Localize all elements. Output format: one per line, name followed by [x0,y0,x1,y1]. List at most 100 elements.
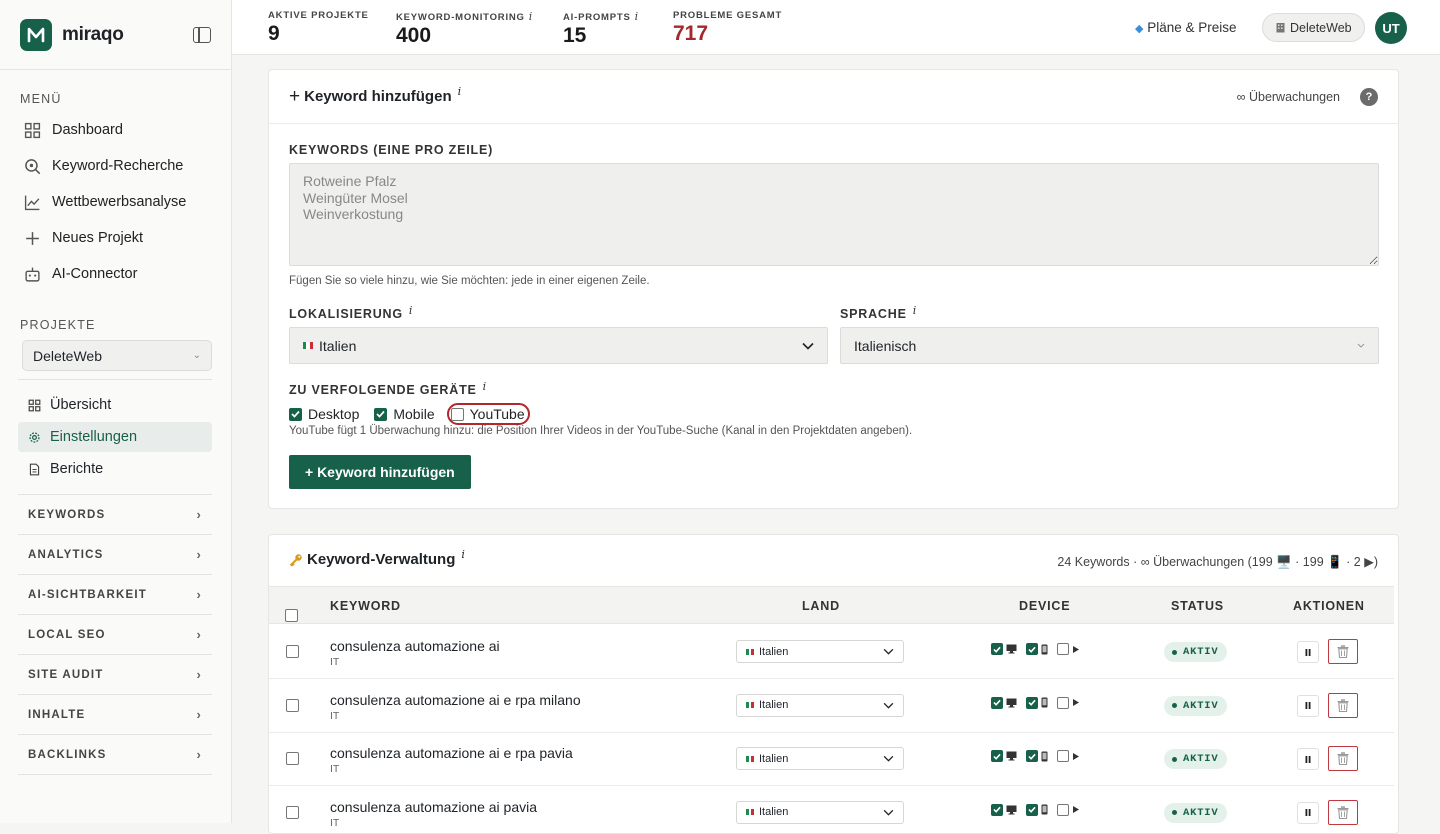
nav-item-dashboard[interactable]: Dashboard [0,112,231,148]
pause-button[interactable] [1297,695,1319,717]
group-site-audit[interactable]: SITE AUDIT› [18,655,212,695]
mobile-toggle[interactable] [1026,750,1048,762]
info-icon[interactable]: i [529,10,533,23]
checkbox-unchecked-icon [1057,750,1069,762]
mobile-toggle[interactable] [1026,804,1048,816]
pause-button[interactable] [1297,748,1319,770]
delete-button[interactable] [1328,800,1358,825]
row-keyword: consulenza automazione ai [330,638,500,654]
stat-label: PROBLEME GESAMT [673,10,782,21]
pause-button[interactable] [1297,641,1319,663]
logo-icon[interactable] [20,19,52,51]
avatar[interactable]: UT [1375,12,1407,44]
group-ai-sichtbarkeit[interactable]: AI-SICHTBARKEIT› [18,575,212,615]
group-local-seo[interactable]: LOCAL SEO› [18,615,212,655]
checkbox-unchecked-icon [1057,643,1069,655]
plans-link[interactable]: ◆ Pläne & Preise [1135,20,1237,35]
stat-label: AI-PROMPTS [563,12,631,23]
sidebar-item-uebersicht[interactable]: Übersicht [18,390,212,420]
nav-item-ai-connector[interactable]: AI-Connector [0,256,231,292]
delete-button[interactable] [1328,746,1358,771]
localization-select[interactable]: Italien [289,327,828,364]
group-inhalte[interactable]: INHALTE› [18,695,212,735]
row-checkbox[interactable] [286,752,305,768]
column-device[interactable]: DEVICE [1019,599,1070,613]
row-land-value: Italien [759,646,788,658]
youtube-toggle[interactable] [1057,804,1080,816]
stat-label: AKTIVE PROJEKTE [268,10,369,21]
row-checkbox[interactable] [286,806,305,822]
pause-icon [1305,809,1311,816]
youtube-toggle[interactable] [1057,643,1080,655]
youtube-checkbox[interactable]: YouTube [451,406,525,422]
italy-flag-icon [746,702,754,708]
mobile-toggle[interactable] [1026,697,1048,709]
pause-button[interactable] [1297,802,1319,824]
device-checkboxes: Desktop Mobile YouTube [289,403,530,425]
desktop-toggle[interactable] [991,804,1017,816]
group-backlinks[interactable]: BACKLINKS› [18,735,212,775]
youtube-toggle[interactable] [1057,750,1080,762]
group-keywords[interactable]: KEYWORDS› [18,495,212,535]
nav-label: Neues Projekt [52,230,143,246]
language-select[interactable]: Italienisch [840,327,1379,364]
plus-icon: + [289,86,300,108]
row-land-select[interactable]: Italien [736,694,904,717]
nav-item-wettbewerbsanalyse[interactable]: Wettbewerbsanalyse [0,184,231,220]
mobile-checkbox[interactable]: Mobile [374,406,434,422]
info-icon[interactable]: i [913,304,917,317]
column-land[interactable]: LAND [802,599,840,613]
group-label: INHALTE [28,709,85,721]
workspace-chip[interactable]: DeleteWeb [1262,13,1365,42]
status-badge: AKTIV [1164,696,1227,716]
delete-button[interactable] [1328,639,1358,664]
column-status[interactable]: STATUS [1171,599,1224,613]
status-label: AKTIV [1183,646,1219,658]
desktop-checkbox[interactable]: Desktop [289,406,359,422]
sidebar-item-einstellungen[interactable]: Einstellungen [18,422,212,452]
checkbox-checked-icon [991,804,1003,816]
row-land-value: Italien [759,699,788,711]
youtube-toggle[interactable] [1057,697,1080,709]
help-icon[interactable]: ? [1360,88,1378,106]
row-land-select[interactable]: Italien [736,801,904,824]
sidebar-item-label: Übersicht [50,397,111,413]
info-icon[interactable]: i [409,304,413,317]
menu-label: MENÜ [0,92,231,106]
desktop-toggle[interactable] [991,697,1017,709]
add-keyword-button[interactable]: + Keyword hinzufügen [289,455,471,489]
keywords-textarea[interactable] [289,163,1379,266]
row-land-select[interactable]: Italien [736,640,904,663]
desktop-toggle[interactable] [991,750,1017,762]
row-checkbox[interactable] [286,699,305,715]
status-badge: AKTIV [1164,642,1227,662]
row-keyword: consulenza automazione ai pavia [330,799,537,815]
column-keyword[interactable]: KEYWORD [330,599,401,613]
localization-value: Italien [319,338,356,354]
nav-label: AI-Connector [52,266,137,282]
nav-label: Keyword-Recherche [52,158,183,174]
language-value: Italienisch [854,338,916,354]
mobile-toggle[interactable] [1026,643,1048,655]
building-icon [1275,22,1286,33]
sidebar-toggle-icon[interactable] [193,27,211,43]
info-icon[interactable]: i [635,10,639,23]
group-label: AI-SICHTBARKEIT [28,589,147,601]
desktop-toggle[interactable] [991,643,1017,655]
devices-label-text: ZU VERFOLGENDE GERÄTE [289,383,477,397]
row-country-code: IT [330,710,339,722]
nav-item-neues-projekt[interactable]: Neues Projekt [0,220,231,256]
row-land-select[interactable]: Italien [736,747,904,770]
sidebar-item-berichte[interactable]: Berichte [18,454,212,484]
delete-button[interactable] [1328,693,1358,718]
info-icon[interactable]: i [461,548,465,561]
card-title: + Keyword hinzufügen i [289,86,461,108]
info-icon[interactable]: i [458,85,462,98]
monitor-icon [1006,698,1017,708]
group-analytics[interactable]: ANALYTICS› [18,535,212,575]
nav-item-keyword-recherche[interactable]: Keyword-Recherche [0,148,231,184]
row-land-value: Italien [759,753,788,765]
row-checkbox[interactable] [286,645,305,661]
project-select[interactable]: DeleteWeb ⌄ [22,340,212,371]
info-icon[interactable]: i [483,380,487,393]
